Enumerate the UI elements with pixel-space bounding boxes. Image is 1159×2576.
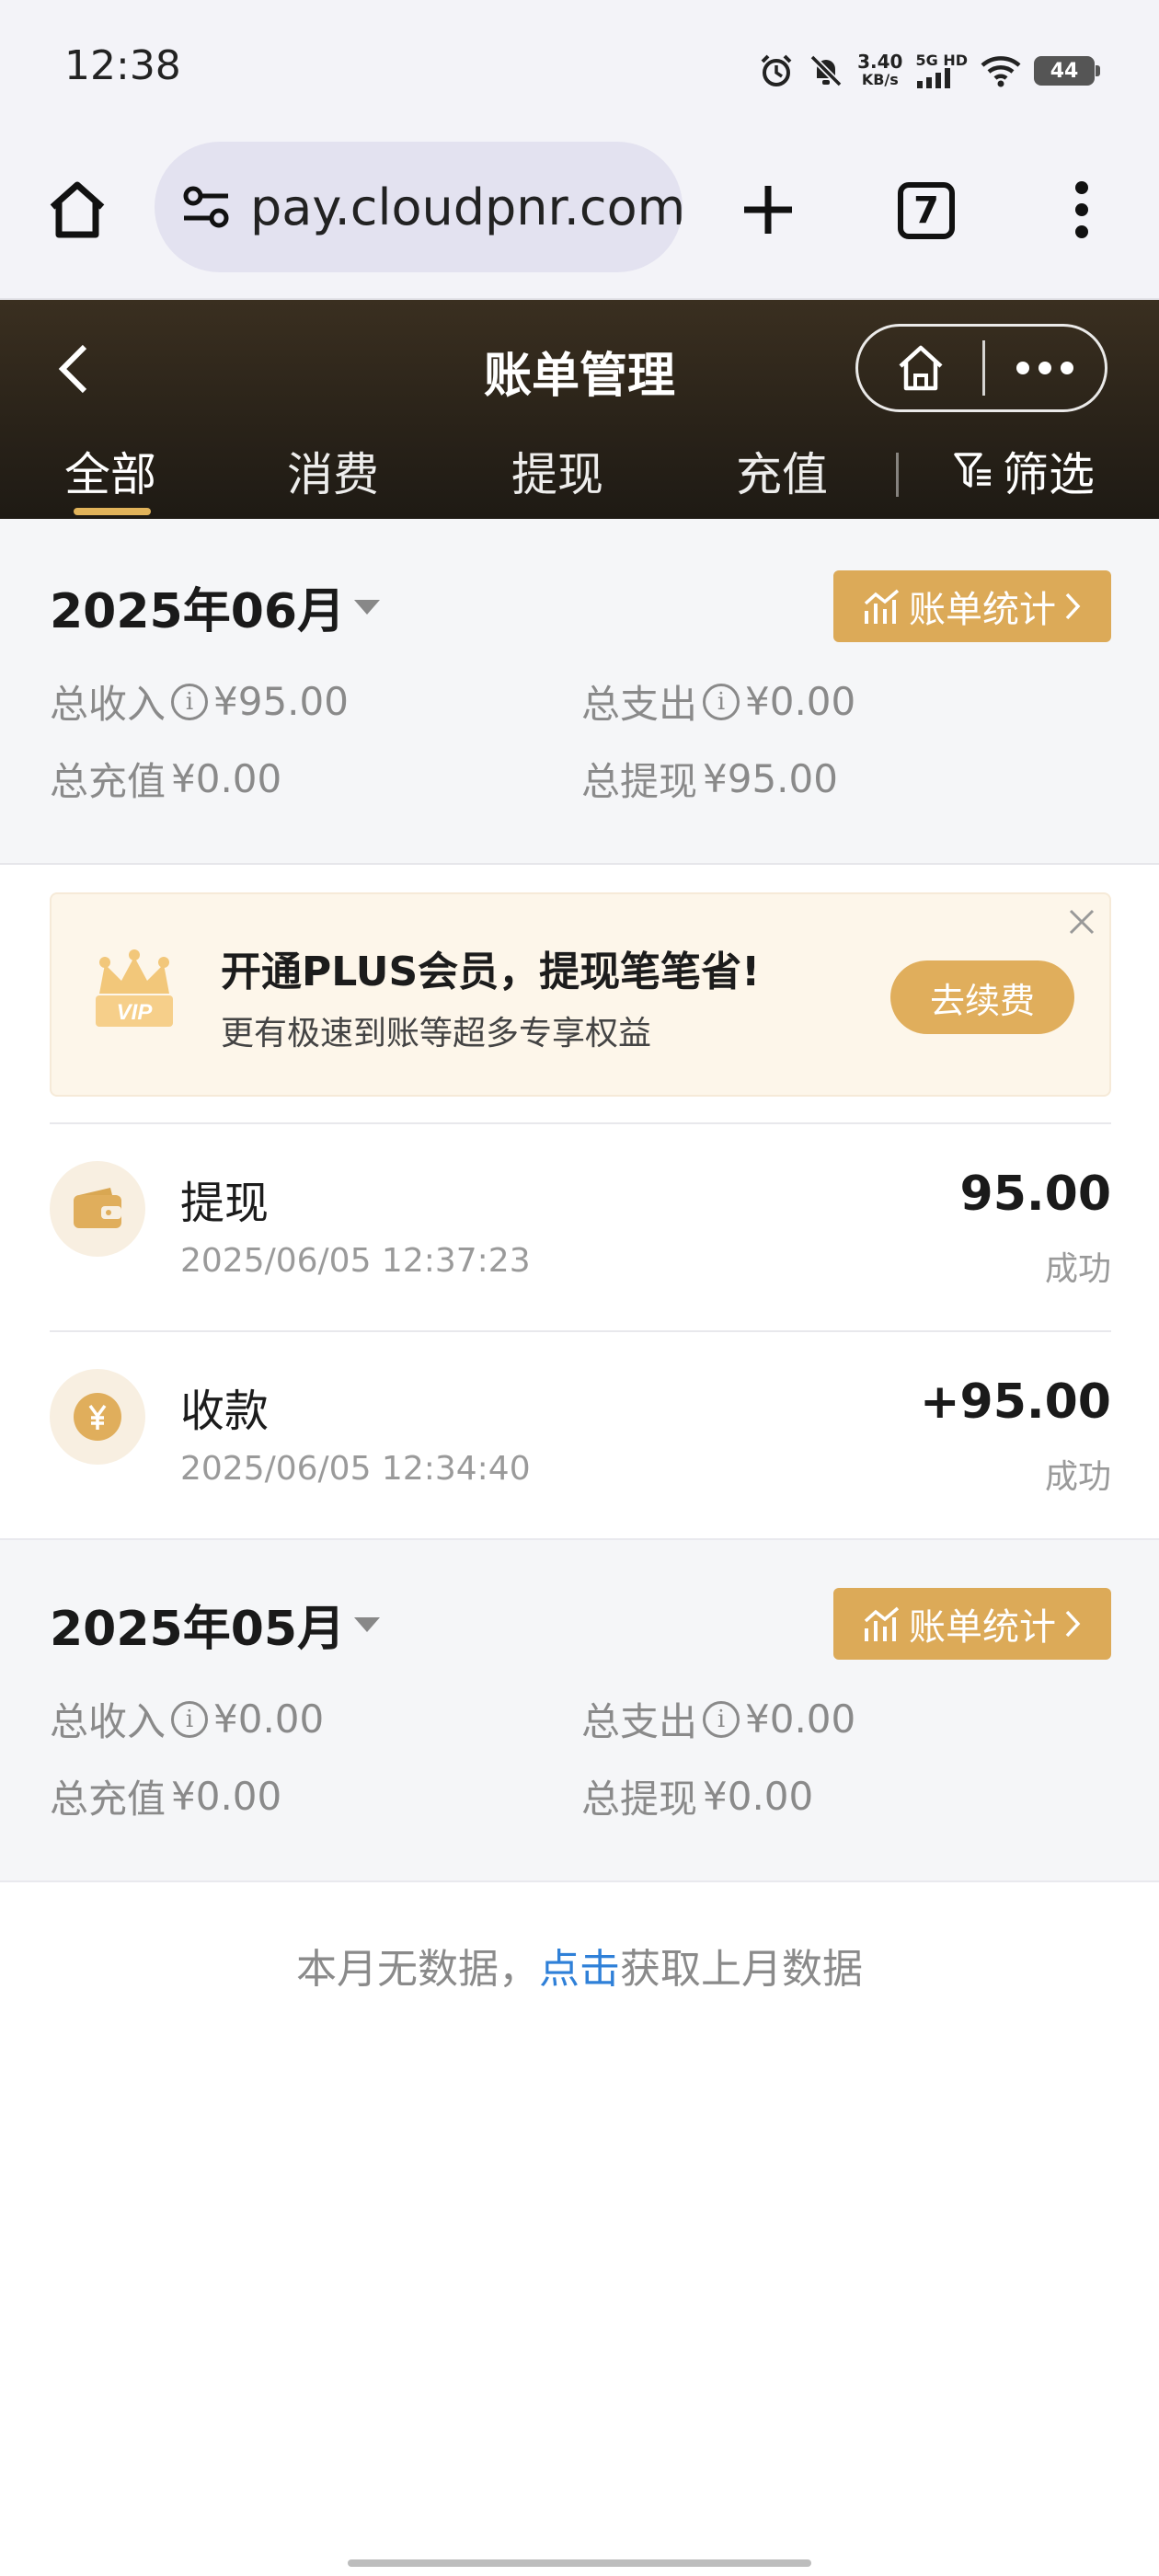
active-tab-indicator — [74, 508, 151, 515]
transaction-time: 2025/06/05 12:37:23 — [180, 1242, 531, 1280]
cell-signal: 5G HD — [915, 53, 968, 88]
home-icon — [50, 181, 105, 238]
status-bar: 12:38 3.40 KB/s 5G HD 44 — [0, 0, 1159, 138]
address-bar[interactable]: pay.cloudpnr.com — [155, 142, 683, 272]
bill-stats-label: 账单统计 — [909, 1606, 1056, 1649]
site-settings-icon[interactable] — [180, 181, 232, 233]
home-indicator[interactable] — [348, 2559, 811, 2567]
total-expense: 总支出 i ¥0.00 — [581, 1696, 856, 1744]
wallet-icon — [50, 1161, 145, 1257]
month-summary-june: 2025年06月 账单统计 总收入 i ¥95.00 总支出 i ¥0.00 总… — [0, 519, 1159, 863]
empty-state-message: 本月无数据，点击获取上月数据 — [296, 1946, 863, 1993]
more-dot — [1016, 362, 1029, 374]
info-icon[interactable]: i — [171, 1700, 209, 1738]
status-icons: 3.40 KB/s 5G HD 44 — [758, 48, 1100, 94]
mini-program-capsule — [855, 324, 1107, 412]
transaction-row[interactable]: 提现 2025/06/05 12:37:23 95.00 成功 — [0, 1124, 1159, 1332]
home-icon — [898, 345, 943, 391]
bill-stats-button[interactable]: 账单统计 — [833, 570, 1111, 642]
caret-down-icon — [354, 599, 381, 615]
close-promo-button[interactable] — [1061, 902, 1102, 942]
bill-stats-label: 账单统计 — [909, 589, 1056, 631]
chart-icon — [864, 1606, 900, 1641]
status-time: 12:38 — [64, 42, 181, 89]
browser-menu-button[interactable] — [1054, 173, 1109, 247]
transaction-amount: 95.00 — [959, 1167, 1111, 1222]
caret-down-icon — [354, 1616, 381, 1632]
net-speed: 3.40 KB/s — [857, 51, 903, 88]
url-text: pay.cloudpnr.com — [250, 178, 683, 236]
browser-home-button[interactable] — [40, 173, 114, 247]
tab-all[interactable]: 全部 — [64, 438, 156, 504]
month-title: 2025年05月 — [50, 1602, 346, 1657]
transaction-status: 成功 — [1044, 1458, 1111, 1496]
capsule-home-button[interactable] — [858, 327, 982, 409]
total-income: 总收入 i ¥95.00 — [50, 679, 349, 727]
transaction-name: 收款 — [180, 1386, 270, 1437]
month-summary-may: 2025年05月 账单统计 总收入 i ¥0.00 总支出 i ¥0.00 总充… — [0, 1538, 1159, 1882]
plus-icon — [744, 186, 792, 234]
total-income: 总收入 i ¥0.00 — [50, 1696, 325, 1744]
month-title: 2025年06月 — [50, 584, 346, 639]
month-selector[interactable]: 2025年05月 — [50, 1590, 381, 1659]
transaction-name: 提现 — [180, 1178, 270, 1229]
load-previous-month-link[interactable]: 点击 — [539, 1946, 620, 1993]
vip-crown-icon: VIP — [96, 949, 173, 1027]
filter-label: 筛选 — [1003, 448, 1095, 501]
total-recharge: 总充值 ¥0.00 — [50, 756, 282, 804]
bill-stats-button[interactable]: 账单统计 — [833, 1588, 1111, 1660]
transaction-amount: +95.00 — [919, 1374, 1111, 1430]
browser-toolbar: pay.cloudpnr.com 7 — [0, 138, 1159, 300]
alarm-icon — [761, 54, 792, 86]
transaction-row[interactable]: 收款 2025/06/05 12:34:40 +95.00 成功 — [0, 1332, 1159, 1540]
new-tab-button[interactable] — [731, 173, 805, 247]
tab-recharge[interactable]: 充值 — [736, 438, 828, 504]
wifi-icon — [981, 56, 1021, 87]
tab-withdraw[interactable]: 提现 — [511, 438, 603, 504]
chevron-right-icon — [1065, 1610, 1081, 1638]
transaction-time: 2025/06/05 12:34:40 — [180, 1450, 531, 1488]
filter-button[interactable]: 筛选 — [953, 438, 1095, 504]
transaction-list: VIP 开通PLUS会员，提现笔笔省! 更有极速到账等超多专享权益 去续费 提现… — [0, 863, 1159, 1538]
renew-button[interactable]: 去续费 — [890, 960, 1074, 1034]
chevron-right-icon — [1065, 592, 1081, 620]
transaction-status: 成功 — [1044, 1250, 1111, 1288]
capsule-more-button[interactable] — [985, 327, 1105, 409]
plus-promo-banner[interactable]: VIP 开通PLUS会员，提现笔笔省! 更有极速到账等超多专享权益 去续费 — [50, 892, 1111, 1097]
tab-switcher-button[interactable]: 7 — [898, 182, 955, 239]
filter-tabs: 全部 消费 提现 充值 筛选 — [0, 434, 1159, 519]
battery-indicator: 44 — [1034, 56, 1100, 86]
close-icon — [1069, 909, 1095, 935]
info-icon[interactable]: i — [703, 683, 740, 720]
info-icon[interactable]: i — [703, 1700, 740, 1738]
tab-separator — [896, 453, 899, 497]
promo-subtitle: 更有极速到账等超多专享权益 — [221, 1015, 652, 1052]
month-selector[interactable]: 2025年06月 — [50, 572, 381, 641]
total-withdraw: 总提现 ¥0.00 — [581, 1774, 814, 1822]
total-withdraw: 总提现 ¥95.00 — [581, 756, 838, 804]
promo-title: 开通PLUS会员，提现笔笔省! — [221, 949, 761, 995]
total-recharge: 总充值 ¥0.00 — [50, 1774, 282, 1822]
signal-bars-icon — [917, 68, 951, 88]
vip-badge-text: VIP — [117, 1000, 154, 1025]
chart-icon — [864, 589, 900, 624]
info-icon[interactable]: i — [171, 683, 209, 720]
app-header: 账单管理 全部 消费 提现 充值 筛选 — [0, 300, 1159, 519]
more-vert-icon — [1075, 181, 1088, 238]
filter-icon — [954, 453, 991, 488]
total-expense: 总支出 i ¥0.00 — [581, 679, 856, 727]
more-dot — [1039, 362, 1051, 374]
more-dot — [1061, 362, 1073, 374]
mute-bell-icon — [809, 54, 843, 87]
yuan-coin-icon — [50, 1369, 145, 1465]
tab-consume[interactable]: 消费 — [287, 438, 379, 504]
